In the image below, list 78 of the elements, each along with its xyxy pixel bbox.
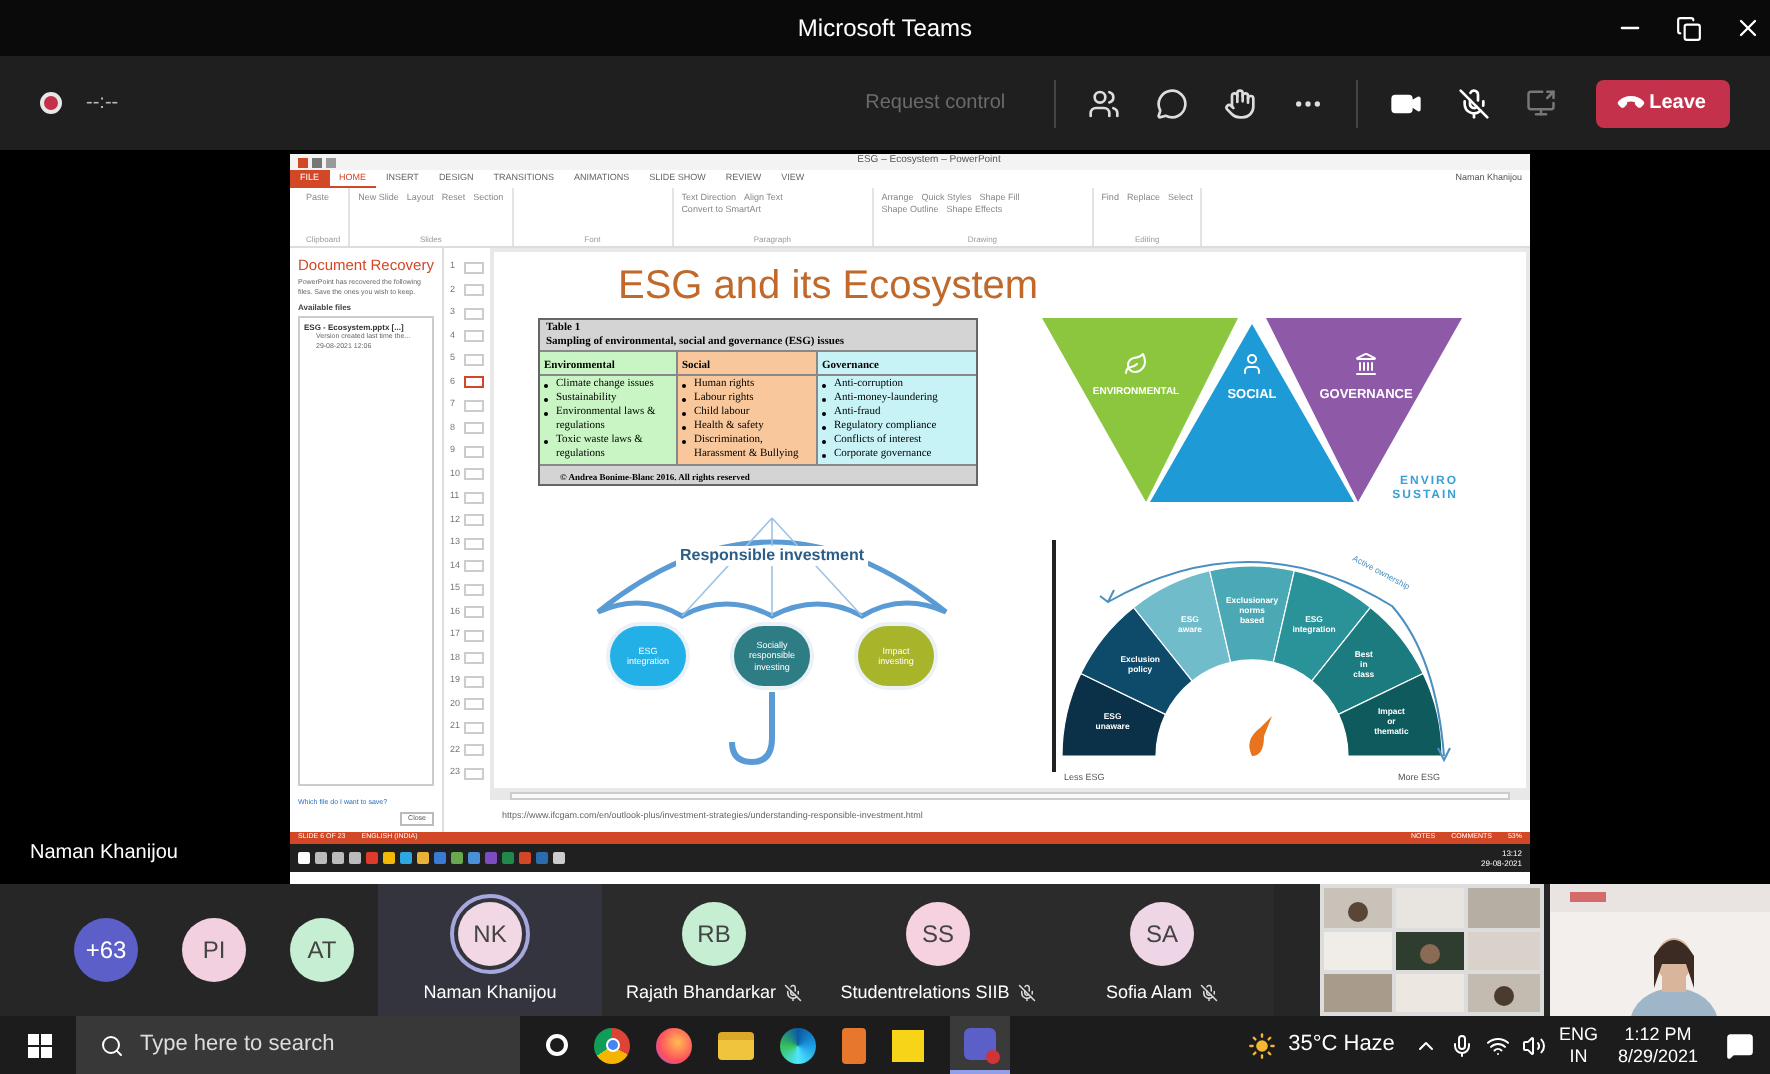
mic-off-icon[interactable]	[1457, 87, 1490, 119]
meeting-timer: --:--	[86, 90, 119, 118]
participant-name: Naman Khanijou	[423, 979, 557, 1006]
slide-thumbnail[interactable]	[464, 445, 484, 457]
chrome-icon[interactable]	[594, 1027, 630, 1063]
slide-thumbnail[interactable]	[464, 721, 484, 733]
slide-thumbnail[interactable]	[464, 583, 484, 595]
sticky-notes-icon[interactable]	[892, 1029, 924, 1061]
building-icon	[1354, 352, 1378, 376]
request-control-button[interactable]: Request control	[865, 88, 1006, 118]
bag-icon[interactable]	[842, 1027, 866, 1063]
edge-icon[interactable]	[780, 1027, 816, 1063]
folder-icon[interactable]	[718, 1031, 754, 1059]
slide-thumbnail[interactable]	[464, 652, 484, 664]
slide-thumbnail[interactable]	[464, 307, 484, 319]
participant-name: Studentrelations SIIB	[840, 979, 1010, 1006]
slide-thumbnail[interactable]	[464, 330, 484, 342]
region-code[interactable]: IN	[1569, 1045, 1588, 1067]
slide-thumbnail[interactable]	[464, 606, 484, 618]
needle-drawing	[1249, 716, 1272, 756]
search-field[interactable]: Type here to search	[76, 1016, 520, 1074]
weather-icon[interactable]	[1248, 1031, 1277, 1059]
participant-tile[interactable]: NK Naman Khanijou	[378, 884, 602, 1016]
umbrella-title: Responsible investment	[675, 546, 869, 566]
share-screen-icon[interactable]	[1525, 88, 1556, 118]
clock-time[interactable]: 1:12 PM	[1624, 1023, 1692, 1045]
slide-thumbnail[interactable]	[464, 675, 484, 687]
mic-icon[interactable]	[1450, 1033, 1475, 1057]
slide-thumbnail[interactable]	[464, 560, 484, 572]
leaf-icon	[1124, 352, 1148, 376]
slide-thumbnail[interactable]	[464, 514, 484, 526]
teams-icon[interactable]	[950, 1016, 1010, 1074]
slide-thumbnail[interactable]	[464, 376, 484, 388]
presenter-name: Naman Khanijou	[30, 840, 180, 868]
slide-thumbnail[interactable]	[464, 537, 484, 549]
clock-date[interactable]: 8/29/2021	[1617, 1045, 1698, 1067]
hand-icon[interactable]	[1223, 87, 1256, 119]
windows-icon[interactable]	[28, 1033, 52, 1057]
restore-icon[interactable]	[1676, 15, 1702, 41]
network-icon[interactable]	[1486, 1033, 1511, 1057]
slide-thumbnail[interactable]	[464, 698, 484, 710]
search-icon	[100, 1033, 124, 1057]
participant-name: Sofia Alam	[1105, 979, 1193, 1006]
slide-thumbnail[interactable]	[464, 491, 484, 503]
avatar: SA	[1130, 901, 1194, 966]
volume-icon[interactable]	[1522, 1033, 1547, 1057]
slide-thumbnail[interactable]	[464, 744, 484, 756]
avatar: RB	[682, 901, 746, 966]
slide-title: ESG and its Ecosystem	[618, 262, 1041, 312]
language-code[interactable]: ENG	[1558, 1023, 1598, 1045]
firefox-icon[interactable]	[656, 1027, 692, 1063]
avatar: AT	[290, 918, 354, 982]
weather-text[interactable]: 35°C Haze	[1288, 1028, 1395, 1062]
window-title: Microsoft Teams	[797, 12, 973, 46]
slide-thumbnail[interactable]	[464, 399, 484, 411]
slide-thumbnail[interactable]	[464, 422, 484, 434]
quick-access-drawing	[298, 157, 336, 167]
avatar: SS	[906, 901, 970, 966]
participant-tile[interactable]: SA Sofia Alam	[1050, 884, 1274, 1016]
participants-icon[interactable]	[1087, 87, 1120, 119]
participant-tile[interactable]: SS Studentrelations SIIB	[826, 884, 1050, 1016]
leave-button[interactable]: Leave	[1595, 79, 1730, 127]
slide-thumbnail[interactable]	[464, 629, 484, 641]
slide-thumbnail[interactable]	[464, 468, 484, 480]
participant-tile[interactable]: RB Rajath Bhandarkar	[602, 884, 826, 1016]
slide-thumbnail[interactable]	[464, 261, 484, 273]
chat-icon[interactable]	[1155, 87, 1188, 119]
avatar: +63	[74, 918, 138, 982]
person-icon	[1240, 352, 1264, 376]
notification-icon[interactable]	[1726, 1031, 1754, 1059]
task-view-icon[interactable]	[546, 1034, 568, 1056]
avatar: PI	[182, 918, 246, 982]
avatar: NK	[458, 901, 522, 966]
close-icon[interactable]	[1734, 14, 1762, 42]
participant-name: Rajath Bhandarkar	[625, 979, 777, 1006]
slide-thumbnail[interactable]	[464, 353, 484, 365]
slide-thumbnail[interactable]	[464, 284, 484, 296]
slide-thumbnail[interactable]	[464, 767, 484, 779]
